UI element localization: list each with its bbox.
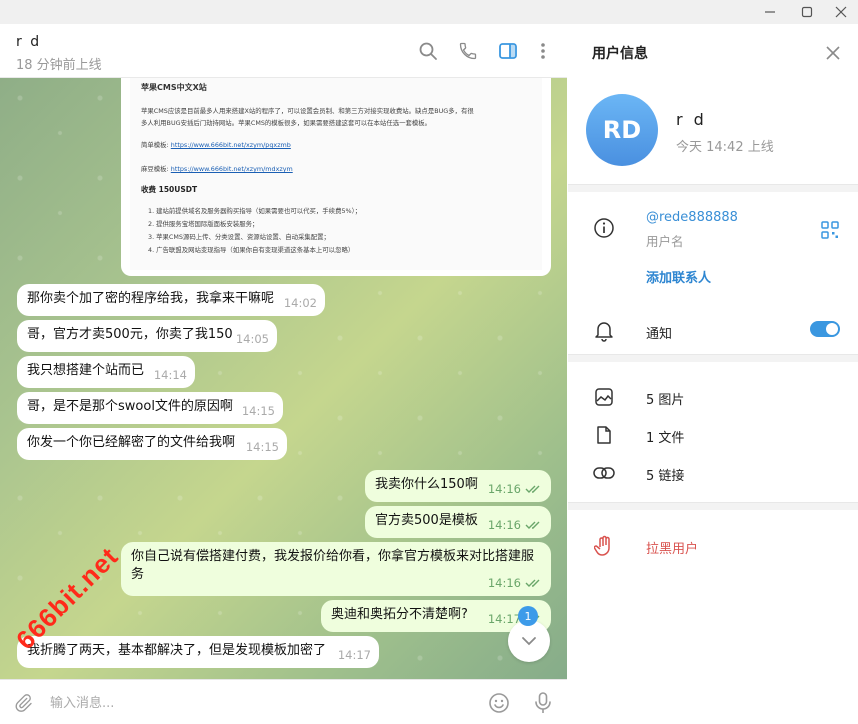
message-bubble[interactable]: 我折腾了两天，基本都解决了，但是发现模板加密了 14:17 bbox=[17, 636, 379, 668]
image-message-content: 苹果CMS中文X站 苹果CMS应该是目前最多人用来搭建X站的程序了，可以设置会员… bbox=[130, 78, 542, 270]
message-time: 14:15 bbox=[245, 440, 279, 454]
doc-item: 2. 提供服务宝塔国际版面板安装服务； bbox=[148, 220, 259, 228]
message-text: 你自己说有偿搭建付费，我发报价给你看，你拿官方模板来对比搭建服务 bbox=[131, 549, 535, 582]
message-text: 哥，官方才卖500元，你卖了我150 bbox=[27, 327, 233, 342]
message-time: 14:02 bbox=[283, 296, 317, 310]
message-time: 14:16 bbox=[487, 518, 521, 532]
message-time: 14:17 bbox=[337, 648, 371, 662]
chat-header: r d 18 分钟前上线 bbox=[0, 24, 567, 78]
notifications-toggle[interactable] bbox=[810, 321, 840, 337]
link-icon bbox=[592, 461, 616, 485]
message-bubble[interactable]: 你发一个你已经解密了的文件给我啊 14:15 bbox=[17, 428, 287, 460]
username-link[interactable]: @rede888888 bbox=[646, 210, 738, 225]
sidebar-toggle-icon[interactable] bbox=[495, 38, 521, 64]
message-time: 14:16 bbox=[487, 576, 521, 590]
doc-intro-line-1: 苹果CMS应该是目前最多人用来搭建X站的程序了，可以设置会员制、和第三方对接实现… bbox=[141, 107, 474, 115]
doc-price: 收费 150USDT bbox=[141, 185, 198, 194]
message-text: 我只想搭建个站而已 bbox=[27, 363, 145, 378]
user-name: r d bbox=[676, 110, 707, 129]
user-info-panel: 用户信息 RD r d 今天 14:42 上线 @rede888888 用户名 … bbox=[568, 24, 858, 724]
section-divider bbox=[568, 184, 858, 192]
message-text: 我折腾了两天，基本都解决了，但是发现模板加密了 bbox=[27, 643, 327, 658]
shared-photos[interactable]: 5 图片 bbox=[646, 389, 684, 408]
message-time: 14:16 bbox=[487, 482, 521, 496]
chevron-down-icon bbox=[522, 637, 536, 646]
read-check-icon bbox=[525, 485, 540, 493]
message-text: 我卖你什么150啊 bbox=[375, 477, 478, 492]
doc-title: 苹果CMS中文X站 bbox=[141, 83, 207, 92]
avatar[interactable]: RD bbox=[586, 94, 658, 166]
doc-simple-link: https://www.666bit.net/xzym/pgxzmb bbox=[170, 141, 291, 149]
image-message[interactable]: 苹果CMS中文X站 苹果CMS应该是目前最多人用来搭建X站的程序了，可以设置会员… bbox=[121, 78, 551, 276]
more-vertical-icon[interactable] bbox=[530, 38, 556, 64]
chat-pane: r d 18 分钟前上线 苹果CMS中文X站 苹果CMS应该是目前最多人用来搭建 bbox=[0, 24, 567, 724]
peer-status: 18 分钟前上线 bbox=[16, 58, 102, 73]
telegram-window: r d 18 分钟前上线 苹果CMS中文X站 苹果CMS应该是目前最多人用来搭建 bbox=[0, 0, 858, 724]
doc-madou-link: https://www.666bit.net/xzym/mdxzym bbox=[170, 165, 293, 173]
scroll-to-bottom-button[interactable] bbox=[508, 620, 550, 662]
read-check-icon bbox=[525, 521, 540, 529]
notifications-label: 通知 bbox=[646, 327, 673, 342]
message-time: 14:14 bbox=[153, 368, 187, 382]
unread-count-badge[interactable]: 1 bbox=[518, 606, 538, 626]
section-divider bbox=[568, 502, 858, 510]
peer-name[interactable]: r d bbox=[16, 34, 41, 50]
message-bubble[interactable]: 我卖你什么150啊 14:16 bbox=[365, 470, 551, 502]
info-icon bbox=[592, 216, 616, 240]
message-time: 14:05 bbox=[235, 332, 269, 346]
doc-simple-label: 简单模板: bbox=[141, 141, 169, 149]
message-bubble[interactable]: 哥，官方才卖500元，你卖了我150 14:05 bbox=[17, 320, 277, 352]
section-divider bbox=[568, 354, 858, 362]
phone-icon[interactable] bbox=[455, 38, 481, 64]
message-text: 奥迪和奥拓分不清楚啊? bbox=[331, 607, 468, 622]
shared-links[interactable]: 5 链接 bbox=[646, 465, 684, 484]
qr-code-icon[interactable] bbox=[818, 218, 842, 242]
message-bubble[interactable]: 你自己说有偿搭建付费，我发报价给你看，你拿官方模板来对比搭建服务 14:16 bbox=[121, 542, 551, 596]
microphone-icon[interactable] bbox=[530, 690, 556, 716]
doc-simple-template: 简单模板: https://www.666bit.net/xzym/pgxzmb bbox=[141, 140, 291, 149]
message-bubble[interactable]: 我只想搭建个站而已 14:14 bbox=[17, 356, 195, 388]
close-panel-icon[interactable] bbox=[820, 40, 846, 66]
attach-icon[interactable] bbox=[10, 690, 36, 716]
title-bar bbox=[0, 0, 858, 24]
message-text: 哥，是不是那个swool文件的原因啊 bbox=[27, 399, 233, 414]
block-hand-icon bbox=[592, 534, 616, 558]
doc-intro-line-2: 多人利用BUG安插后门劫持网站。苹果CMS的模板很多，如果需要搭建这套可以在本站… bbox=[141, 119, 432, 127]
message-text: 你发一个你已经解密了的文件给我啊 bbox=[27, 435, 236, 450]
message-text: 那你卖个加了密的程序给我，我拿来干嘛呢 bbox=[27, 291, 275, 306]
maximize-icon[interactable] bbox=[792, 0, 822, 24]
close-icon[interactable] bbox=[826, 0, 856, 24]
emoji-icon[interactable] bbox=[486, 690, 512, 716]
doc-madou-label: 麻豆模板: bbox=[141, 165, 169, 173]
doc-item: 4. 广告联盟及网站变现指导（如果你自有变现渠道这条基本上可以忽略） bbox=[148, 246, 355, 254]
add-contact-button[interactable]: 添加联系人 bbox=[646, 267, 711, 286]
doc-madou-template: 麻豆模板: https://www.666bit.net/xzym/mdxzym bbox=[141, 164, 293, 173]
message-bubble[interactable]: 官方卖500是模板 14:16 bbox=[365, 506, 551, 538]
message-composer bbox=[0, 679, 567, 724]
bell-icon bbox=[592, 319, 616, 343]
doc-item: 3. 苹果CMS源码上传、分类设置、资源站设置、自动采集配置； bbox=[148, 233, 330, 241]
file-icon bbox=[592, 423, 616, 447]
user-last-seen: 今天 14:42 上线 bbox=[676, 140, 774, 155]
doc-item: 1. 建站前提供域名及服务器购买指导（如果需要也可以代买，手续费5%）； bbox=[148, 207, 362, 215]
message-time: 14:15 bbox=[241, 404, 275, 418]
message-bubble[interactable]: 那你卖个加了密的程序给我，我拿来干嘛呢 14:02 bbox=[17, 284, 325, 316]
message-input[interactable] bbox=[50, 690, 470, 716]
image-icon bbox=[592, 385, 616, 409]
panel-title: 用户信息 bbox=[592, 46, 648, 62]
block-user-button[interactable]: 拉黑用户 bbox=[646, 538, 698, 557]
minimize-icon[interactable] bbox=[755, 0, 785, 24]
read-check-icon bbox=[525, 579, 540, 587]
message-area[interactable]: 苹果CMS中文X站 苹果CMS应该是目前最多人用来搭建X站的程序了，可以设置会员… bbox=[0, 78, 567, 679]
search-icon[interactable] bbox=[415, 38, 441, 64]
message-text: 官方卖500是模板 bbox=[375, 513, 478, 528]
shared-files[interactable]: 1 文件 bbox=[646, 427, 684, 446]
username-label: 用户名 bbox=[646, 234, 684, 249]
message-bubble[interactable]: 哥，是不是那个swool文件的原因啊 14:15 bbox=[17, 392, 283, 424]
